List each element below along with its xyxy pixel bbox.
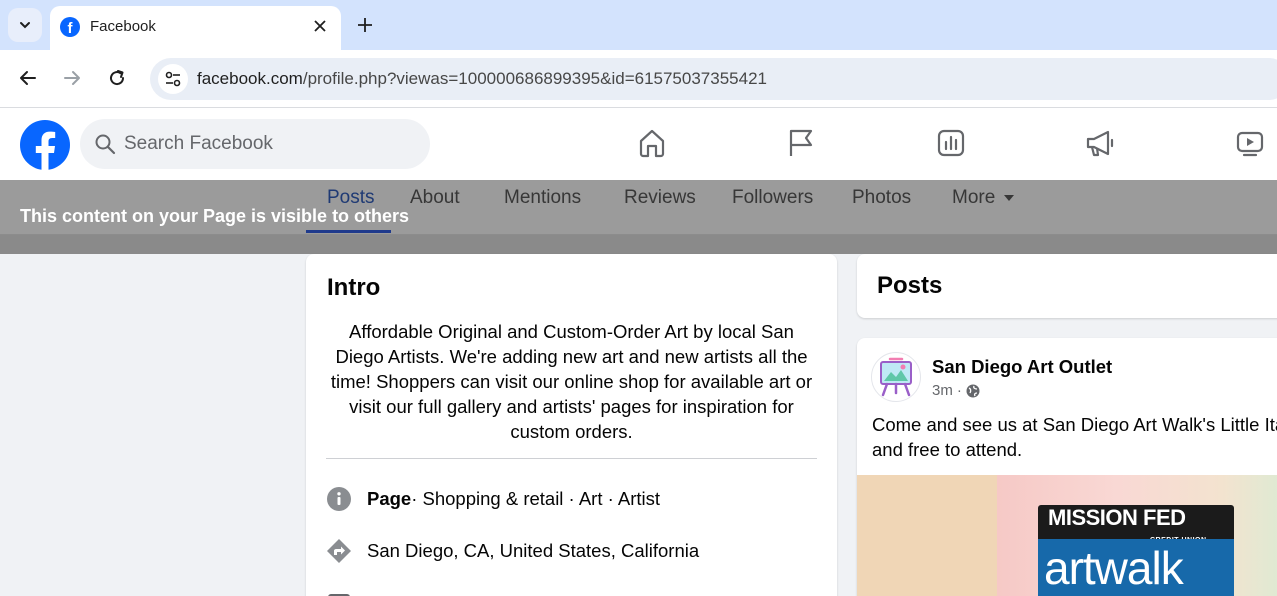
post-author[interactable]: San Diego Art Outlet: [932, 356, 1112, 378]
megaphone-icon: [1086, 130, 1114, 157]
video-nav-button[interactable]: [1233, 126, 1267, 160]
intro-bio: Affordable Original and Custom-Order Art…: [330, 321, 813, 442]
easel-logo-icon: [880, 357, 912, 397]
post-image[interactable]: MISSION FED CREDIT UNION artwalk: [857, 475, 1277, 596]
facebook-logo-icon[interactable]: [20, 120, 70, 170]
pages-nav-button[interactable]: [784, 126, 818, 160]
home-nav-button[interactable]: [635, 126, 669, 160]
video-icon: [1236, 131, 1264, 157]
intro-category-label: Page: [367, 488, 412, 509]
facebook-favicon-icon: f: [60, 17, 80, 37]
tab-title: Facebook: [90, 18, 156, 35]
home-icon: [639, 129, 665, 158]
search-input[interactable]: [124, 119, 414, 169]
arrow-right-icon: [64, 71, 80, 85]
tab-about[interactable]: About: [410, 187, 460, 209]
back-button[interactable]: [13, 63, 43, 93]
reload-icon: [110, 70, 125, 86]
tab-reviews[interactable]: Reviews: [624, 187, 696, 209]
address-bar[interactable]: facebook.com/profile.php?viewas=10000068…: [150, 58, 1277, 100]
artwalk-logo: artwalk: [1038, 539, 1234, 596]
intro-category-text: · Shopping & retail · Art · Artist: [411, 488, 661, 509]
post-card: San Diego Art Outlet 3m · Come and see u…: [857, 338, 1277, 596]
author-avatar[interactable]: [871, 352, 921, 402]
tab-more[interactable]: More: [952, 187, 1015, 209]
globe-icon: [966, 384, 980, 397]
intro-category-row: Page · Shopping & retail · Art · Artist: [326, 486, 660, 512]
site-info-button[interactable]: [158, 64, 188, 94]
browser-tab-facebook[interactable]: f Facebook: [50, 6, 341, 50]
post-meta: 3m ·: [932, 382, 980, 399]
url-text[interactable]: facebook.com/profile.php?viewas=10000068…: [197, 69, 767, 89]
post-text: Come and see us at San Diego Art Walk's …: [872, 412, 1277, 462]
tab-close-button[interactable]: [308, 14, 332, 38]
tab-more-label: More: [952, 187, 996, 208]
directions-icon: [326, 538, 352, 564]
intro-title: Intro: [327, 274, 381, 301]
posts-header-card: Posts: [857, 254, 1277, 318]
new-tab-button[interactable]: [352, 12, 378, 38]
tab-mentions[interactable]: Mentions: [504, 187, 581, 209]
tab-search-button[interactable]: [8, 8, 42, 42]
intro-location-row: San Diego, CA, United States, California: [326, 538, 699, 564]
intro-location: San Diego, CA, United States, California: [367, 540, 700, 561]
browser-toolbar: facebook.com/profile.php?viewas=10000068…: [0, 50, 1277, 108]
active-tab-indicator: [306, 230, 391, 233]
reload-button[interactable]: [102, 63, 132, 93]
plus-icon: [358, 18, 372, 32]
posts-title: Posts: [877, 272, 943, 299]
arrow-left-icon: [20, 71, 36, 85]
intro-divider: [326, 458, 817, 459]
meta-separator: ·: [956, 382, 962, 399]
insights-nav-button[interactable]: [934, 126, 968, 160]
tab-followers[interactable]: Followers: [732, 187, 813, 209]
intro-card: Intro Affordable Original and Custom-Ord…: [306, 254, 837, 596]
close-icon: [314, 20, 326, 32]
browser-tab-bar: f Facebook: [0, 0, 1277, 50]
post-text-line-1: Come and see us at San Diego Art Walk's …: [872, 414, 1277, 435]
post-text-line-2: and free to attend.: [872, 439, 1023, 460]
tab-photos[interactable]: Photos: [852, 187, 911, 209]
tune-icon: [165, 71, 181, 87]
post-time[interactable]: 3m: [932, 382, 953, 399]
info-icon: [326, 486, 352, 512]
insights-icon: [937, 129, 965, 157]
ads-nav-button[interactable]: [1083, 126, 1117, 160]
mission-fed-logo: MISSION FED CREDIT UNION: [1038, 505, 1234, 544]
search-icon: [95, 134, 116, 155]
facebook-search[interactable]: [80, 119, 430, 169]
flag-icon: [789, 129, 813, 156]
view-as-overlay-bottom: [0, 235, 1277, 254]
facebook-header: [0, 108, 1277, 180]
visibility-note: This content on your Page is visible to …: [20, 206, 410, 226]
caret-down-icon: [1004, 195, 1015, 201]
chevron-down-icon: [20, 22, 30, 29]
forward-button[interactable]: [57, 63, 87, 93]
mission-fed-logo-text: MISSION FED: [1048, 505, 1186, 530]
